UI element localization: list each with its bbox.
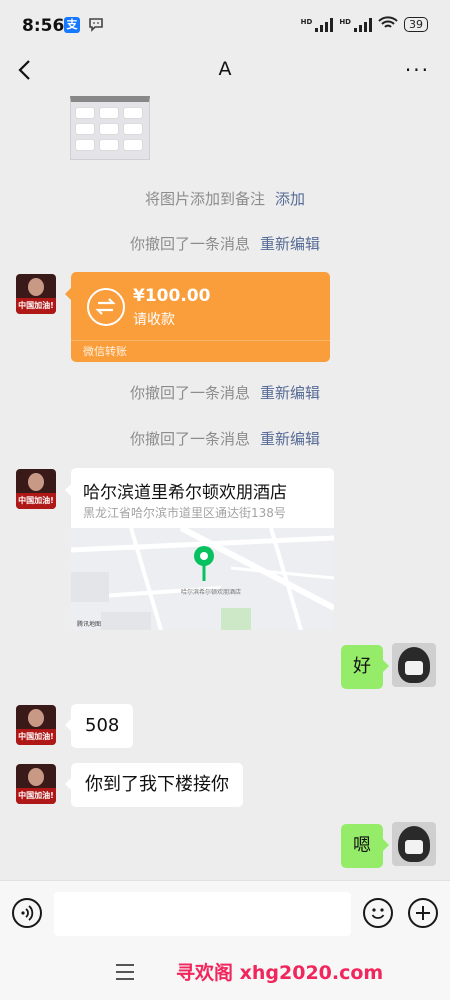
menu-icon[interactable]: [116, 964, 134, 980]
voice-icon[interactable]: [12, 898, 42, 928]
recall-text: 你撤回了一条消息: [129, 235, 250, 253]
map-pin-label: 哈尔滨希尔顿欢朋酒店: [181, 588, 241, 596]
location-address: 黑龙江省哈尔滨市道里区通达街138号: [83, 506, 286, 520]
my-avatar[interactable]: [392, 822, 436, 866]
plus-icon[interactable]: [408, 898, 438, 928]
contact-avatar[interactable]: 中国加油!: [16, 469, 56, 509]
location-card[interactable]: 哈尔滨道里希尔顿欢朋酒店 黑龙江省哈尔滨市道里区通达街138号 哈尔滨希尔顿欢朋…: [71, 468, 334, 630]
message-list[interactable]: 将图片添加到备注 添加 你撤回了一条消息 重新编辑 中国加油! ¥100.00 请收…: [0, 92, 450, 880]
map-credit: 腾讯地图: [77, 620, 101, 628]
battery-icon: 39: [404, 17, 428, 32]
transfer-icon: [87, 288, 125, 326]
recall-text: 你撤回了一条消息: [129, 430, 250, 448]
re-edit-link[interactable]: 重新编辑: [260, 384, 320, 402]
add-note-tip: 将图片添加到备注 添加: [0, 188, 450, 209]
contact-avatar[interactable]: 中国加油!: [16, 705, 56, 745]
alipay-icon: 支: [64, 17, 80, 33]
signal-icon: HD: [301, 17, 334, 32]
signal-icon: HD: [339, 17, 372, 32]
re-edit-link[interactable]: 重新编辑: [260, 235, 320, 253]
add-note-link[interactable]: 添加: [275, 190, 305, 208]
emoji-icon[interactable]: [363, 898, 393, 928]
message-icon: [88, 16, 104, 36]
recall-text: 你撤回了一条消息: [129, 384, 250, 402]
transfer-desc: 请收款: [133, 312, 175, 328]
chat-header: A ···: [0, 50, 450, 92]
message-bubble-received[interactable]: 508: [64, 704, 134, 748]
message-input[interactable]: [54, 892, 351, 936]
location-map: 哈尔滨希尔顿欢朋酒店 腾讯地图: [71, 528, 334, 630]
message-bubble-received[interactable]: 你到了我下楼接你: [65, 763, 243, 807]
contact-avatar[interactable]: 中国加油!: [16, 274, 56, 314]
bottom-bar: 寻欢阁 xhg2020.com: [0, 948, 450, 1000]
more-options-icon[interactable]: ···: [405, 58, 430, 82]
wifi-icon: [378, 16, 398, 33]
re-edit-link[interactable]: 重新编辑: [260, 430, 320, 448]
chat-title: A: [218, 58, 232, 80]
recall-notice: 你撤回了一条消息 重新编辑: [0, 382, 450, 403]
transfer-footer: 微信转账: [71, 340, 330, 362]
status-time: 8:56: [22, 16, 65, 36]
message-bubble-sent[interactable]: 嗯: [341, 824, 389, 868]
add-note-text: 将图片添加到备注: [144, 190, 265, 208]
my-avatar[interactable]: [392, 643, 436, 687]
recall-notice: 你撤回了一条消息 重新编辑: [0, 233, 450, 254]
transfer-amount: ¥100.00: [133, 286, 211, 306]
location-name: 哈尔滨道里希尔顿欢朋酒店: [83, 483, 287, 503]
recall-notice: 你撤回了一条消息 重新编辑: [0, 428, 450, 449]
status-bar: 8:56 支 HD HD 39: [0, 0, 450, 50]
input-bar: [0, 880, 450, 948]
message-bubble-sent[interactable]: 好: [341, 645, 389, 689]
transfer-card[interactable]: ¥100.00 请收款 微信转账: [65, 272, 330, 362]
sent-image-thumbnail[interactable]: [70, 96, 150, 160]
contact-avatar[interactable]: 中国加油!: [16, 764, 56, 804]
watermark-text: 寻欢阁 xhg2020.com: [176, 962, 384, 984]
status-icons: HD HD 39: [301, 16, 428, 33]
